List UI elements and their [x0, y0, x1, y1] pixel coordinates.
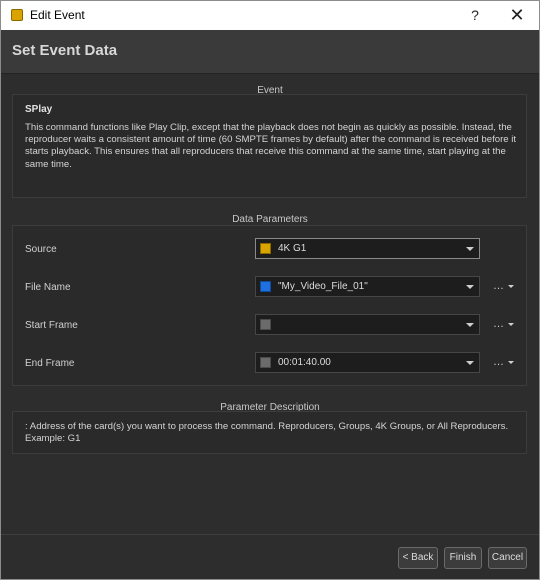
event-name: SPlay [25, 104, 53, 115]
help-button[interactable]: ? [456, 1, 494, 30]
start-frame-color-swatch [260, 319, 271, 330]
chevron-down-icon[interactable] [466, 285, 474, 289]
app-icon [11, 9, 23, 21]
source-combo[interactable]: 4K G1 [255, 238, 480, 259]
params-section-title: Data Parameters [232, 214, 308, 225]
event-groupbox: SPlay This command functions like Play C… [12, 94, 527, 198]
chevron-down-icon [508, 322, 514, 326]
chevron-down-icon [508, 360, 514, 364]
back-button[interactable]: < Back [398, 547, 438, 569]
params-groupbox: Source 4K G1 File Name "My_Video_File_01… [12, 225, 527, 386]
event-description: This command functions like Play Clip, e… [25, 122, 517, 170]
window-title: Edit Event [30, 8, 85, 22]
file-name-color-swatch [260, 281, 271, 292]
source-value: 4K G1 [278, 243, 307, 254]
end-frame-color-swatch [260, 357, 271, 368]
end-frame-combo[interactable]: 00:01:40.00 [255, 352, 480, 373]
page-title: Set Event Data [12, 42, 118, 59]
dialog-footer: < Back Finish Cancel [1, 534, 539, 579]
chevron-down-icon[interactable] [466, 361, 474, 365]
close-button[interactable]: ✕ [498, 1, 536, 30]
content-area: Event SPlay This command functions like … [1, 74, 539, 534]
start-frame-combo[interactable] [255, 314, 480, 335]
param-description-groupbox: : Address of the card(s) you want to pro… [12, 411, 527, 454]
param-label-file-name: File Name [25, 282, 71, 293]
param-label-end-frame: End Frame [25, 358, 75, 369]
more-icon: … [493, 280, 505, 292]
finish-button[interactable]: Finish [444, 547, 482, 569]
file-name-combo[interactable]: "My_Video_File_01" [255, 276, 480, 297]
more-icon: … [493, 356, 505, 368]
file-name-value: "My_Video_File_01" [278, 281, 368, 292]
end-frame-more-button[interactable]: … [493, 356, 514, 368]
source-color-swatch [260, 243, 271, 254]
file-name-more-button[interactable]: … [493, 280, 514, 292]
param-description-text: : Address of the card(s) you want to pro… [25, 421, 509, 445]
start-frame-more-button[interactable]: … [493, 318, 514, 330]
param-label-start-frame: Start Frame [25, 320, 78, 331]
param-label-source: Source [25, 244, 57, 255]
end-frame-value: 00:01:40.00 [278, 357, 331, 368]
cancel-button[interactable]: Cancel [488, 547, 527, 569]
title-bar: Edit Event ? ✕ [1, 1, 539, 30]
wizard-header: Set Event Data [1, 30, 539, 74]
chevron-down-icon[interactable] [466, 323, 474, 327]
chevron-down-icon[interactable] [466, 247, 474, 251]
more-icon: … [493, 318, 505, 330]
chevron-down-icon [508, 284, 514, 288]
edit-event-dialog: Edit Event ? ✕ Set Event Data Event SPla… [0, 0, 540, 580]
